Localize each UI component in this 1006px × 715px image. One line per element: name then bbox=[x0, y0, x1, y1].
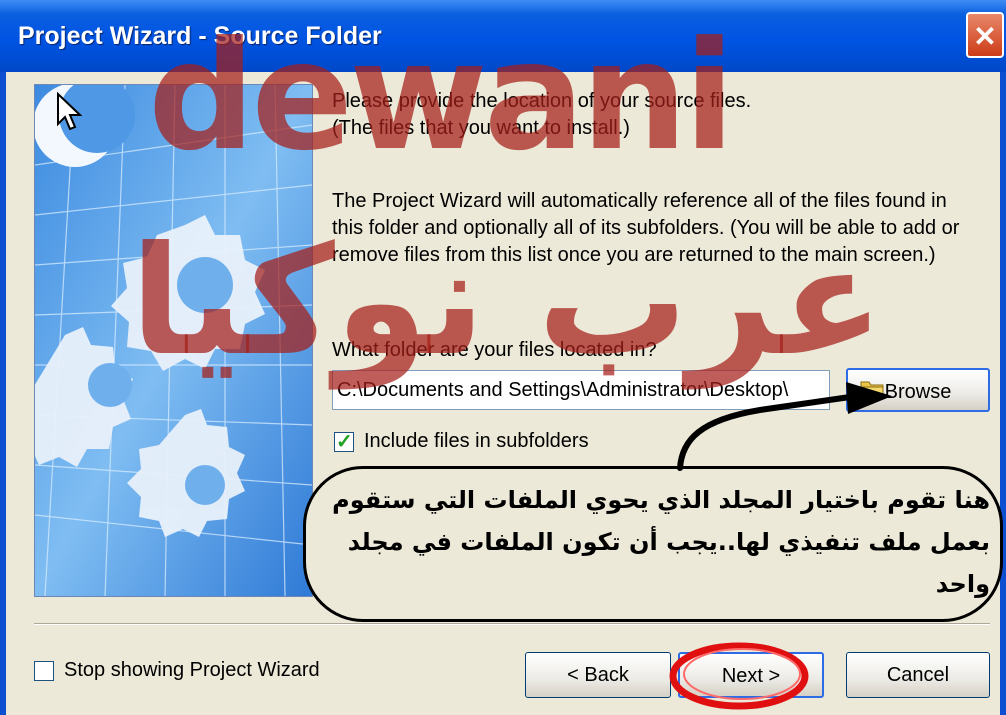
next-label: Next > bbox=[721, 665, 781, 687]
include-subfolders-label[interactable]: Include files in subfolders bbox=[364, 428, 589, 455]
include-subfolders-checkbox[interactable]: ✓ bbox=[334, 431, 354, 453]
description-line-1: The Project Wizard will automatically re… bbox=[332, 190, 947, 212]
annotation-callout: هنا تقوم باختيار المجلد الذي يحوي الملفا… bbox=[303, 466, 1003, 622]
stop-showing-checkbox[interactable] bbox=[34, 661, 54, 681]
window-border-left bbox=[0, 72, 6, 715]
watermark-latin: dewani bbox=[148, 10, 735, 184]
mouse-cursor-icon bbox=[57, 92, 82, 131]
next-button[interactable]: Next > bbox=[678, 652, 824, 698]
footer-separator bbox=[34, 623, 990, 625]
cancel-label: Cancel bbox=[886, 664, 950, 686]
close-icon: ✕ bbox=[973, 21, 997, 52]
watermark-arabic: عرب نوكيا bbox=[130, 215, 884, 389]
annotation-callout-text: هنا تقوم باختيار المجلد الذي يحوي الملفا… bbox=[332, 486, 990, 598]
window-border-right bbox=[1000, 72, 1006, 715]
back-button[interactable]: < Back bbox=[525, 652, 671, 698]
cancel-button[interactable]: Cancel bbox=[846, 652, 990, 698]
stop-showing-label[interactable]: Stop showing Project Wizard bbox=[64, 657, 320, 684]
back-label: < Back bbox=[567, 664, 629, 686]
checkmark-icon: ✓ bbox=[336, 431, 353, 453]
close-button[interactable]: ✕ bbox=[966, 12, 1004, 58]
